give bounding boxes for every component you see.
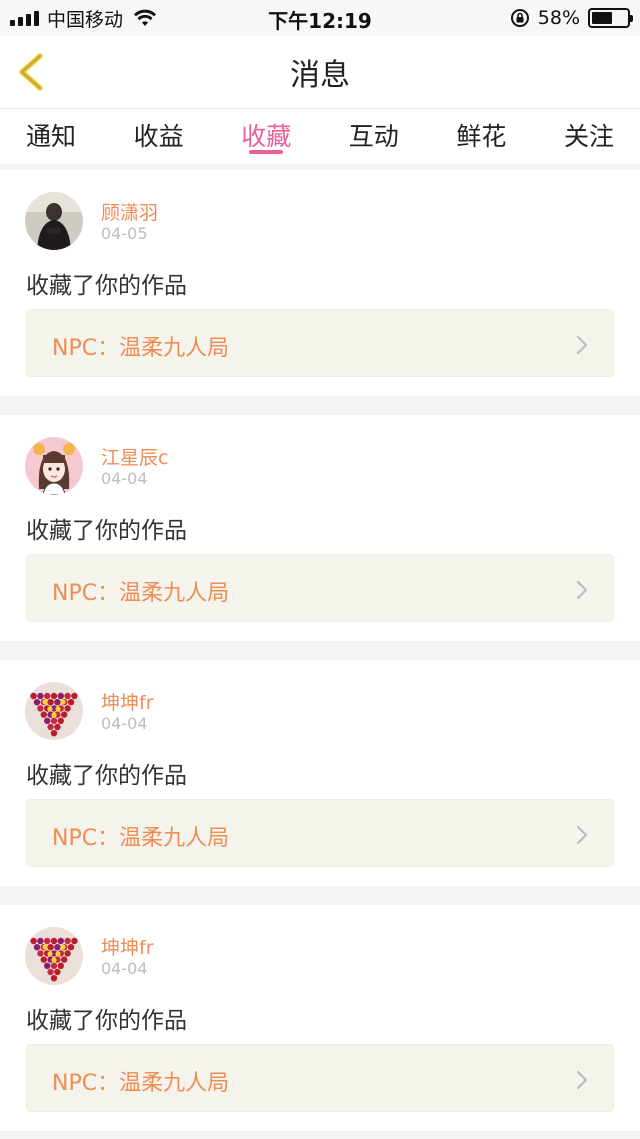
tab-active-indicator [249,150,284,154]
avatar[interactable] [25,927,83,985]
tab-label: 鲜花 [456,122,507,151]
chevron-right-icon [576,335,588,355]
username[interactable]: 坤坤fr [101,933,154,960]
tab-label: 通知 [26,122,77,151]
work-title: NPC：温柔九人局 [52,1071,230,1096]
tab-1[interactable]: 收益 [134,109,184,164]
message-card: 顾潇羽 04-05 收藏了你的作品 NPC：温柔九人局 [0,170,640,396]
chevron-right-icon [576,825,588,845]
tab-4[interactable]: 鲜花 [456,109,506,164]
action-text: 收藏了你的作品 [26,763,187,789]
work-title: NPC：温柔九人局 [52,581,230,606]
tab-0[interactable]: 通知 [26,109,76,164]
tab-bar: 通知 收益 收藏 互动 鲜花 关注 [0,108,640,164]
username[interactable]: 顾潇羽 [101,198,158,225]
message-card: 江星辰c 04-04 收藏了你的作品 NPC：温柔九人局 [0,415,640,641]
status-bar: 中国移动 下午12:19 58% [0,0,640,36]
message-card: 坤坤fr 04-04 收藏了你的作品 NPC：温柔九人局 [0,660,640,886]
tab-5[interactable]: 关注 [564,109,614,164]
tab-label: 收藏 [241,122,292,151]
page-title: 消息 [290,58,350,93]
avatar[interactable] [25,437,83,495]
tab-label: 收益 [133,122,184,151]
battery-fill [592,12,612,24]
message-date: 04-04 [101,714,148,733]
tab-2[interactable]: 收藏 [241,109,291,164]
battery-percent: 58% [537,7,580,29]
work-title: NPC：温柔九人局 [52,826,230,851]
message-date: 04-04 [101,959,148,978]
rotation-lock-icon [510,9,529,27]
action-text: 收藏了你的作品 [26,1008,187,1034]
username[interactable]: 坤坤fr [101,688,154,715]
action-text: 收藏了你的作品 [26,273,187,299]
tab-label: 互动 [348,122,399,151]
avatar[interactable] [25,192,83,250]
tab-3[interactable]: 互动 [349,109,399,164]
work-link[interactable]: NPC：温柔九人局 [26,799,614,867]
work-link[interactable]: NPC：温柔九人局 [26,1044,614,1112]
action-text: 收藏了你的作品 [26,518,187,544]
message-date: 04-05 [101,224,148,243]
tab-label: 关注 [563,122,614,151]
avatar[interactable] [25,682,83,740]
message-card: 坤坤fr 04-04 收藏了你的作品 NPC：温柔九人局 [0,905,640,1131]
username[interactable]: 江星辰c [101,443,168,470]
chevron-right-icon [576,580,588,600]
work-title: NPC：温柔九人局 [52,336,230,361]
status-right: 58% [510,6,633,30]
message-date: 04-04 [101,469,148,488]
message-list: 顾潇羽 04-05 收藏了你的作品 NPC：温柔九人局 江星辰c 04-04 收藏了你的作品… [0,170,640,1139]
work-link[interactable]: NPC：温柔九人局 [26,309,614,377]
work-link[interactable]: NPC：温柔九人局 [26,554,614,622]
chevron-right-icon [576,1070,588,1090]
battery-icon [588,8,633,28]
nav-bar: 消息 [0,36,640,108]
